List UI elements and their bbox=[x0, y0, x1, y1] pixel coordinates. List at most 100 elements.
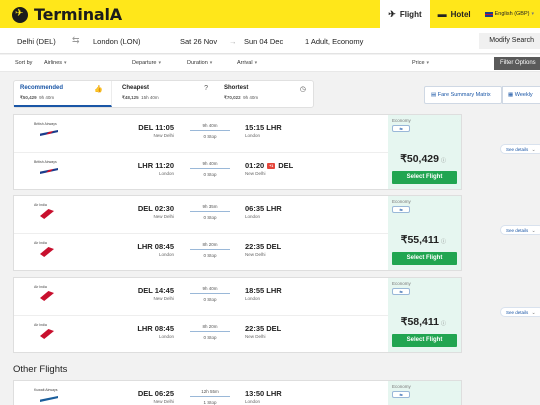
sort-bar: Sort by Airlines ▾ Departure ▾ Duration ▾ A… bbox=[0, 55, 540, 72]
nav-tab-flight[interactable]: ✈ Flight bbox=[380, 0, 430, 28]
next-day-badge: +1 bbox=[267, 163, 276, 170]
price-tag-icon: ? bbox=[204, 85, 208, 92]
tab-cheapest[interactable]: Cheapest ₹48,125 15h 40m ? bbox=[116, 81, 216, 107]
bed-icon: ▬ bbox=[437, 9, 447, 19]
arrival-city: London bbox=[245, 133, 261, 138]
origin-field[interactable]: Delhi (DEL) bbox=[17, 37, 56, 46]
see-details-button[interactable]: See details ⌄ bbox=[500, 307, 540, 317]
language-selector[interactable]: English (GBP) ▾ bbox=[479, 0, 540, 28]
weekly-button[interactable]: ▦ Weekly bbox=[502, 86, 540, 104]
arrival-code: DEL bbox=[278, 161, 294, 170]
price-panel: Economy ⇆ ₹55,411 ⓘ Select Flight bbox=[388, 196, 461, 270]
tab-recommended[interactable]: Recommended ₹50,429 9h 40m 👍 bbox=[14, 81, 112, 107]
airline-name: Air India bbox=[34, 241, 47, 245]
arrival-city: London bbox=[245, 296, 261, 301]
calendar-icon: ▦ bbox=[508, 92, 514, 98]
airline-name: Kuwait Airways bbox=[34, 388, 58, 392]
arrival-city: London bbox=[245, 214, 261, 219]
depart-date-field[interactable]: Sat 26 Nov bbox=[180, 37, 217, 46]
price-panel: Economy ⇆ ₹50,429 ⓘ Select Flight bbox=[388, 115, 461, 189]
price-panel: Economy ⇆ ₹58,411 ⓘ Select Flight bbox=[388, 278, 461, 352]
tab-price: ₹70,022 bbox=[224, 95, 241, 100]
arrival-city: New Delhi bbox=[245, 171, 266, 176]
result-tabs: Recommended ₹50,429 9h 40m 👍 Cheapest ₹4… bbox=[13, 80, 314, 108]
airline-name: Air India bbox=[34, 285, 47, 289]
chevron-down-icon: ⌄ bbox=[531, 147, 536, 153]
arrival: 15:15 LHR bbox=[245, 123, 282, 132]
flight-leg: Air India DEL 02:30 New Delhi 9h 35m 0 S… bbox=[14, 196, 390, 233]
tab-shortest[interactable]: Shortest ₹70,022 9h 40m ◷ bbox=[218, 81, 314, 107]
arrival-time: 15:15 LHR bbox=[245, 123, 282, 132]
airline-name: British Airways bbox=[34, 122, 57, 126]
tab-time: 9h 40m bbox=[39, 95, 55, 100]
stop-count: 0 Stop bbox=[203, 215, 217, 220]
sort-arrival[interactable]: Arrival ▾ bbox=[237, 60, 257, 66]
departure-time: DEL 06:25 bbox=[137, 389, 174, 398]
airline-name: Air India bbox=[34, 203, 47, 207]
airline-logo-icon bbox=[40, 247, 54, 257]
nav-tab-label: Flight bbox=[399, 9, 422, 19]
total-price: ₹58,411 ⓘ bbox=[401, 316, 446, 328]
chevron-down-icon: ⌄ bbox=[531, 310, 536, 316]
departure-city: New Delhi bbox=[153, 133, 174, 138]
fare-info-icon[interactable]: ⇆ bbox=[392, 125, 410, 132]
filter-options-button[interactable]: Filter Options bbox=[494, 57, 540, 70]
info-icon[interactable]: ⓘ bbox=[441, 158, 446, 164]
fare-info-icon[interactable]: ⇆ bbox=[392, 206, 410, 213]
stop-count: 0 Stop bbox=[203, 335, 217, 340]
flight-leg: Air India LHR 08:45 London 8h 20m 0 Stop… bbox=[14, 233, 390, 270]
travellers-field[interactable]: 1 Adult, Economy bbox=[305, 37, 363, 46]
departure-time: LHR 11:20 bbox=[137, 161, 174, 170]
button-label: See details bbox=[506, 310, 529, 315]
tab-summary: ₹70,022 9h 40m bbox=[224, 95, 314, 101]
uk-flag-icon bbox=[484, 11, 493, 17]
flight-leg: Air India DEL 14:45 New Delhi 9h 40m 0 S… bbox=[14, 278, 390, 315]
return-date-field[interactable]: Sun 04 Dec bbox=[244, 37, 283, 46]
departure-city: New Delhi bbox=[153, 214, 174, 219]
arrival-time: 22:35 DEL bbox=[245, 324, 282, 333]
fare-summary-matrix-button[interactable]: ▤ Fare Summary Matrix bbox=[424, 86, 502, 104]
brand-logo[interactable]: TerminalA bbox=[12, 5, 122, 24]
arrival-city: London bbox=[245, 399, 261, 404]
info-icon[interactable]: ⓘ bbox=[441, 321, 446, 327]
fare-info-icon[interactable]: ⇆ bbox=[392, 391, 410, 398]
button-label: Weekly bbox=[514, 92, 533, 98]
fare-info-icon[interactable]: ⇆ bbox=[392, 288, 410, 295]
sort-label: Departure bbox=[132, 60, 157, 66]
info-icon[interactable]: ⓘ bbox=[441, 239, 446, 245]
nav-tab-hotel[interactable]: ▬ Hotel bbox=[430, 0, 479, 28]
sort-departure[interactable]: Departure ▾ bbox=[132, 60, 161, 66]
modify-search-button[interactable]: Modify Search bbox=[479, 33, 540, 49]
stop-count: 0 Stop bbox=[203, 134, 217, 139]
sort-label: Arrival bbox=[237, 60, 253, 66]
see-details-button[interactable]: See details ⌄ bbox=[500, 225, 540, 235]
sort-price[interactable]: Price ▾ bbox=[412, 60, 429, 66]
flight-duration: 12h 55m bbox=[201, 389, 219, 394]
chevron-down-icon: ▾ bbox=[64, 60, 67, 66]
arrival: 22:35 DEL bbox=[245, 242, 281, 251]
sort-airlines[interactable]: Airlines ▾ bbox=[44, 60, 67, 66]
cabin-class: Economy bbox=[392, 118, 411, 123]
select-flight-button[interactable]: Select Flight bbox=[392, 334, 457, 347]
destination-field[interactable]: London (LON) bbox=[93, 37, 141, 46]
thumbs-up-icon: 👍 bbox=[94, 86, 103, 93]
chevron-down-icon: ▾ bbox=[531, 11, 534, 17]
stop-count: 0 Stop bbox=[203, 253, 217, 258]
select-flight-button[interactable]: Select Flight bbox=[392, 171, 457, 184]
nav-tab-label: Hotel bbox=[450, 9, 471, 19]
swap-icon[interactable]: ⇆ bbox=[72, 35, 80, 46]
sort-duration[interactable]: Duration ▾ bbox=[187, 60, 212, 66]
airline-logo-icon bbox=[40, 329, 54, 339]
departure-city: New Delhi bbox=[153, 399, 174, 404]
arrival-time: 06:35 LHR bbox=[245, 204, 282, 213]
arrival-city: New Delhi bbox=[245, 334, 266, 339]
departure-time: DEL 02:30 bbox=[137, 204, 174, 213]
select-flight-button[interactable]: Select Flight bbox=[392, 252, 457, 265]
flight-leg: Air India LHR 08:45 London 8h 20m 0 Stop… bbox=[14, 315, 390, 352]
flight-duration: 9h 35m bbox=[202, 204, 218, 209]
see-details-button[interactable]: See details ⌄ bbox=[500, 144, 540, 154]
tab-price: ₹48,125 bbox=[122, 95, 139, 100]
departure-time: LHR 08:45 bbox=[137, 324, 174, 333]
duration-line bbox=[190, 168, 230, 169]
arrival-time: 18:55 LHR bbox=[245, 286, 282, 295]
